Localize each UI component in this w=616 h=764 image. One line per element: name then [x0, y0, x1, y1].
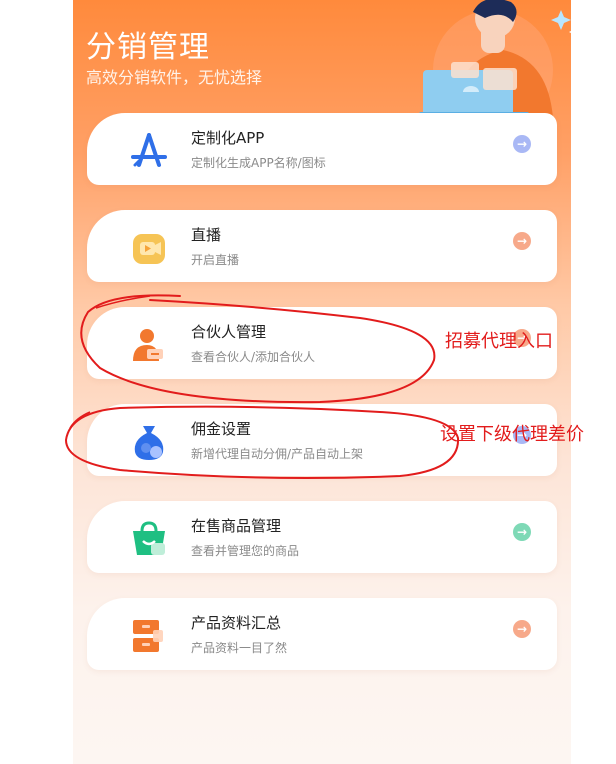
menu-item-live[interactable]: 直播 开启直播 →: [87, 210, 557, 282]
arrow-right-icon[interactable]: →: [513, 232, 531, 250]
menu-item-subtitle: 查看并管理您的商品: [191, 544, 300, 558]
app-store-icon: [131, 133, 167, 167]
live-video-icon: [133, 234, 165, 264]
page-title: 分销管理: [86, 30, 210, 65]
page-subtitle: 高效分销软件，无忧选择: [86, 68, 263, 87]
arrow-right-icon[interactable]: →: [513, 620, 531, 638]
menu-item-title: 佣金设置: [191, 420, 252, 438]
menu-item-goods[interactable]: 在售商品管理 查看并管理您的商品 →: [87, 501, 557, 573]
menu-item-title: 直播: [191, 226, 222, 244]
shopping-bag-icon: [133, 521, 165, 555]
menu-item-title: 产品资料汇总: [191, 614, 282, 632]
phone-screen: 分销管理 高效分销软件，无忧选择 定制化APP 定制化生成APP名称/图标 →: [73, 0, 571, 764]
partner-icon: [133, 329, 163, 361]
hero-illustration: [419, 0, 571, 118]
archive-icon: [133, 620, 163, 652]
menu-item-title: 定制化APP: [191, 129, 265, 147]
menu-item-title: 合伙人管理: [191, 323, 267, 341]
menu-item-custom-app[interactable]: 定制化APP 定制化生成APP名称/图标 →: [87, 113, 557, 185]
menu-item-subtitle: 查看合伙人/添加合伙人: [191, 350, 316, 364]
annotation-agent-price-diff: 设置下级代理差价: [440, 424, 584, 445]
menu-item-subtitle: 产品资料一目了然: [191, 641, 288, 655]
arrow-right-icon[interactable]: →: [513, 135, 531, 153]
money-bag-icon: [134, 426, 164, 460]
menu-item-subtitle: 定制化生成APP名称/图标: [191, 156, 326, 170]
arrow-right-icon[interactable]: →: [513, 523, 531, 541]
menu-item-product-info[interactable]: 产品资料汇总 产品资料一目了然 →: [87, 598, 557, 670]
menu-item-title: 在售商品管理: [191, 517, 282, 535]
annotation-recruit-agent: 招募代理入口: [445, 331, 553, 352]
menu-item-subtitle: 开启直播: [191, 253, 240, 267]
menu-item-subtitle: 新增代理自动分佣/产品自动上架: [191, 447, 364, 461]
